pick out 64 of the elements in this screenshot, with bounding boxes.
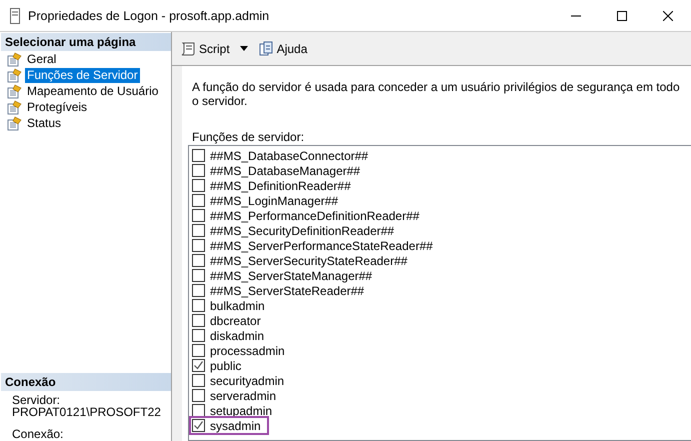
role-label: ##MS_PerformanceDefinitionReader##: [210, 208, 420, 222]
checkbox[interactable]: [192, 209, 205, 222]
section-header: Conexão: [1, 373, 171, 391]
checkbox[interactable]: [192, 314, 205, 327]
role-label: sysadmin: [210, 418, 261, 432]
checkbox[interactable]: [192, 374, 205, 387]
help-button[interactable]: Ajuda: [256, 38, 310, 58]
role-label: processadmin: [210, 344, 285, 358]
maximize-icon: [617, 10, 627, 20]
sidebar-item[interactable]: Funções de Servidor: [25, 68, 140, 82]
role-label: ##MS_DefinitionReader##: [210, 178, 351, 192]
checkbox[interactable]: [192, 194, 205, 207]
role-label: ##MS_DatabaseManager##: [210, 164, 360, 178]
field-value: PROPAT0121\PROSOFT22: [12, 406, 162, 418]
description-text: A função do servidor é usada para conceder a um usuário privilégios de segurança em todo o servidor.: [192, 80, 681, 108]
role-label: serveradmin: [210, 388, 276, 402]
section-header: Selecionar uma página: [1, 33, 171, 51]
checkbox[interactable]: [192, 329, 205, 342]
role-label: ##MS_ServerStateReader##: [210, 284, 364, 298]
checkbox[interactable]: [192, 299, 205, 312]
checkbox[interactable]: [192, 284, 205, 297]
role-label: ##MS_LoginManager##: [210, 194, 338, 208]
checkbox[interactable]: [192, 179, 205, 192]
field-label: Conexão:: [12, 428, 64, 440]
role-label: diskadmin: [210, 328, 264, 342]
checkbox[interactable]: [192, 239, 205, 252]
checkbox[interactable]: [192, 164, 205, 177]
checkbox[interactable]: [192, 224, 205, 237]
server-icon: [10, 8, 20, 24]
sidebar-item[interactable]: Geral: [25, 52, 58, 66]
sidebar-item[interactable]: Protegíveis: [25, 100, 90, 114]
documents-icon: [258, 40, 274, 56]
close-icon: [663, 10, 673, 20]
caret-icon[interactable]: [240, 46, 248, 51]
checkbox[interactable]: [192, 359, 205, 372]
page-icon: [7, 84, 22, 98]
role-label: securityadmin: [210, 374, 284, 388]
role-label: ##MS_DatabaseConnector##: [210, 148, 368, 162]
role-label: bulkadmin: [210, 298, 265, 312]
list-label: Funções de servidor:: [192, 130, 306, 144]
page-icon: [7, 100, 22, 114]
page-icon: [7, 116, 22, 130]
role-label: dbcreator: [210, 314, 261, 328]
role-label: ##MS_ServerPerformanceStateReader##: [210, 238, 433, 252]
page-icon: [7, 68, 22, 82]
checkbox[interactable]: [192, 269, 205, 282]
checkbox[interactable]: [192, 389, 205, 402]
field-label: Servidor:: [12, 394, 62, 406]
checkbox[interactable]: [192, 344, 205, 357]
role-label: ##MS_ServerSecurityStateReader##: [210, 254, 408, 268]
checkbox[interactable]: [192, 419, 205, 432]
sidebar-item[interactable]: Mapeamento de Usuário: [25, 84, 160, 98]
sidebar-item[interactable]: Status: [25, 116, 64, 130]
role-label: setupadmin: [210, 404, 272, 418]
role-label: ##MS_ServerStateManager##: [210, 268, 372, 282]
role-label: public: [210, 358, 242, 372]
checkbox[interactable]: [192, 254, 205, 267]
script-button[interactable]: Script: [178, 38, 232, 58]
page-icon: [7, 52, 22, 66]
window-title: Propriedades de Logon - prosoft.app.admin: [28, 8, 270, 22]
checkbox[interactable]: [192, 149, 205, 162]
role-label: ##MS_SecurityDefinitionReader##: [210, 224, 394, 238]
checkbox[interactable]: [192, 404, 205, 417]
scroll-icon: [180, 40, 196, 56]
